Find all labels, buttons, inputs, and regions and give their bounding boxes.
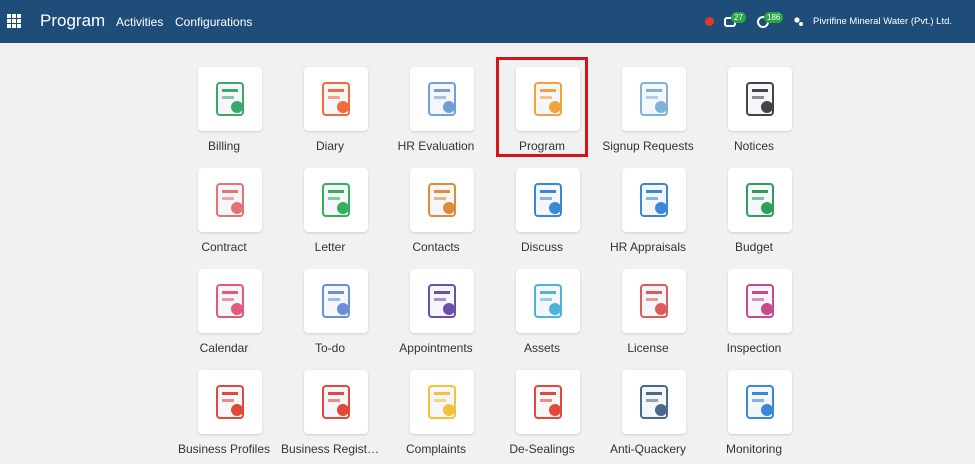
notices-icon[interactable] [728, 67, 792, 131]
app-label: Business Regist… [280, 442, 380, 456]
signup-requests-icon[interactable] [622, 67, 686, 131]
app-label: Billing [207, 139, 240, 153]
app-tile-business-profiles[interactable]: Business Profiles [172, 370, 276, 464]
budget-icon[interactable] [728, 168, 792, 232]
app-tile-contract[interactable]: Contract [172, 168, 276, 268]
inspection-icon[interactable] [728, 269, 792, 333]
app-label: License [627, 341, 669, 355]
app-label: Complaints [405, 442, 467, 456]
chat-count-badge: 27 [731, 12, 746, 23]
app-tile-license[interactable]: License [596, 269, 700, 369]
app-tile-calendar[interactable]: Calendar [172, 269, 276, 369]
selected-app-highlight [496, 57, 588, 157]
app-tile-notices[interactable]: Notices [702, 67, 806, 167]
app-label: Letter [314, 240, 346, 254]
billing-icon[interactable] [198, 67, 262, 131]
status-dot-icon[interactable] [705, 17, 714, 26]
contract-icon[interactable] [198, 168, 262, 232]
app-label: Anti-Quackery [609, 442, 687, 456]
activity-count-badge: 186 [764, 12, 784, 23]
contacts-icon[interactable] [410, 168, 474, 232]
company-name[interactable]: Pivrifine Mineral Water (Pvt.) Ltd. [813, 16, 952, 27]
letter-icon[interactable] [304, 168, 368, 232]
app-label: De-Sealings [509, 442, 575, 456]
app-tile-monitoring[interactable]: Monitoring [702, 370, 806, 464]
app-tile-discuss[interactable]: Discuss [490, 168, 594, 268]
app-label: Budget [734, 240, 774, 254]
monitoring-icon[interactable] [728, 370, 792, 434]
app-title[interactable]: Program [40, 11, 105, 31]
app-tile-budget[interactable]: Budget [702, 168, 806, 268]
business-registration-icon[interactable] [304, 370, 368, 434]
app-tile-billing[interactable]: Billing [172, 67, 276, 167]
menu-configurations[interactable]: Configurations [175, 15, 252, 29]
de-sealings-icon[interactable] [516, 370, 580, 434]
app-tile-anti-quackery[interactable]: Anti-Quackery [596, 370, 700, 464]
todo-icon[interactable] [304, 269, 368, 333]
app-label: HR Evaluation [397, 139, 475, 153]
diary-icon[interactable] [304, 67, 368, 131]
app-label: Appointments [399, 341, 473, 355]
app-label: Assets [523, 341, 560, 355]
app-label: Discuss [520, 240, 563, 254]
business-profiles-icon[interactable] [198, 370, 262, 434]
app-tile-letter[interactable]: Letter [278, 168, 382, 268]
calendar-icon[interactable] [198, 269, 262, 333]
app-label: Monitoring [725, 442, 783, 456]
app-tile-appointments[interactable]: Appointments [384, 269, 488, 369]
app-label: Contacts [412, 240, 460, 254]
hr-appraisals-icon[interactable] [622, 168, 686, 232]
discuss-icon[interactable] [516, 168, 580, 232]
license-icon[interactable] [622, 269, 686, 333]
app-label: To-do [314, 341, 346, 355]
appointments-icon[interactable] [410, 269, 474, 333]
app-label: Notices [733, 139, 774, 153]
complaints-icon[interactable] [410, 370, 474, 434]
anti-quackery-icon[interactable] [622, 370, 686, 434]
apps-menu-icon[interactable] [7, 14, 21, 28]
assets-icon[interactable] [516, 269, 580, 333]
app-tile-complaints[interactable]: Complaints [384, 370, 488, 464]
app-tile-assets[interactable]: Assets [490, 269, 594, 369]
app-tile-inspection[interactable]: Inspection [702, 269, 806, 369]
app-tile-diary[interactable]: Diary [278, 67, 382, 167]
app-tile-business-registration[interactable]: Business Regist… [278, 370, 382, 464]
app-label: Inspection [726, 341, 782, 355]
app-label: Calendar [199, 341, 249, 355]
hr-evaluation-icon[interactable] [410, 67, 474, 131]
app-tile-signup-requests[interactable]: Signup Requests [596, 67, 700, 167]
company-switch-icon[interactable] [793, 16, 804, 27]
top-navbar: Program Activities Configurations 27 186… [0, 0, 975, 43]
menu-activities[interactable]: Activities [116, 15, 163, 29]
app-tile-de-sealings[interactable]: De-Sealings [490, 370, 594, 464]
app-tile-hr-evaluation[interactable]: HR Evaluation [384, 67, 488, 167]
app-label: Diary [315, 139, 344, 153]
app-label: HR Appraisals [609, 240, 687, 254]
app-label: Contract [201, 240, 247, 254]
app-tile-contacts[interactable]: Contacts [384, 168, 488, 268]
app-tile-hr-appraisals[interactable]: HR Appraisals [596, 168, 700, 268]
app-tile-todo[interactable]: To-do [278, 269, 382, 369]
app-label: Signup Requests [602, 139, 694, 153]
app-label: Business Profiles [177, 442, 271, 456]
